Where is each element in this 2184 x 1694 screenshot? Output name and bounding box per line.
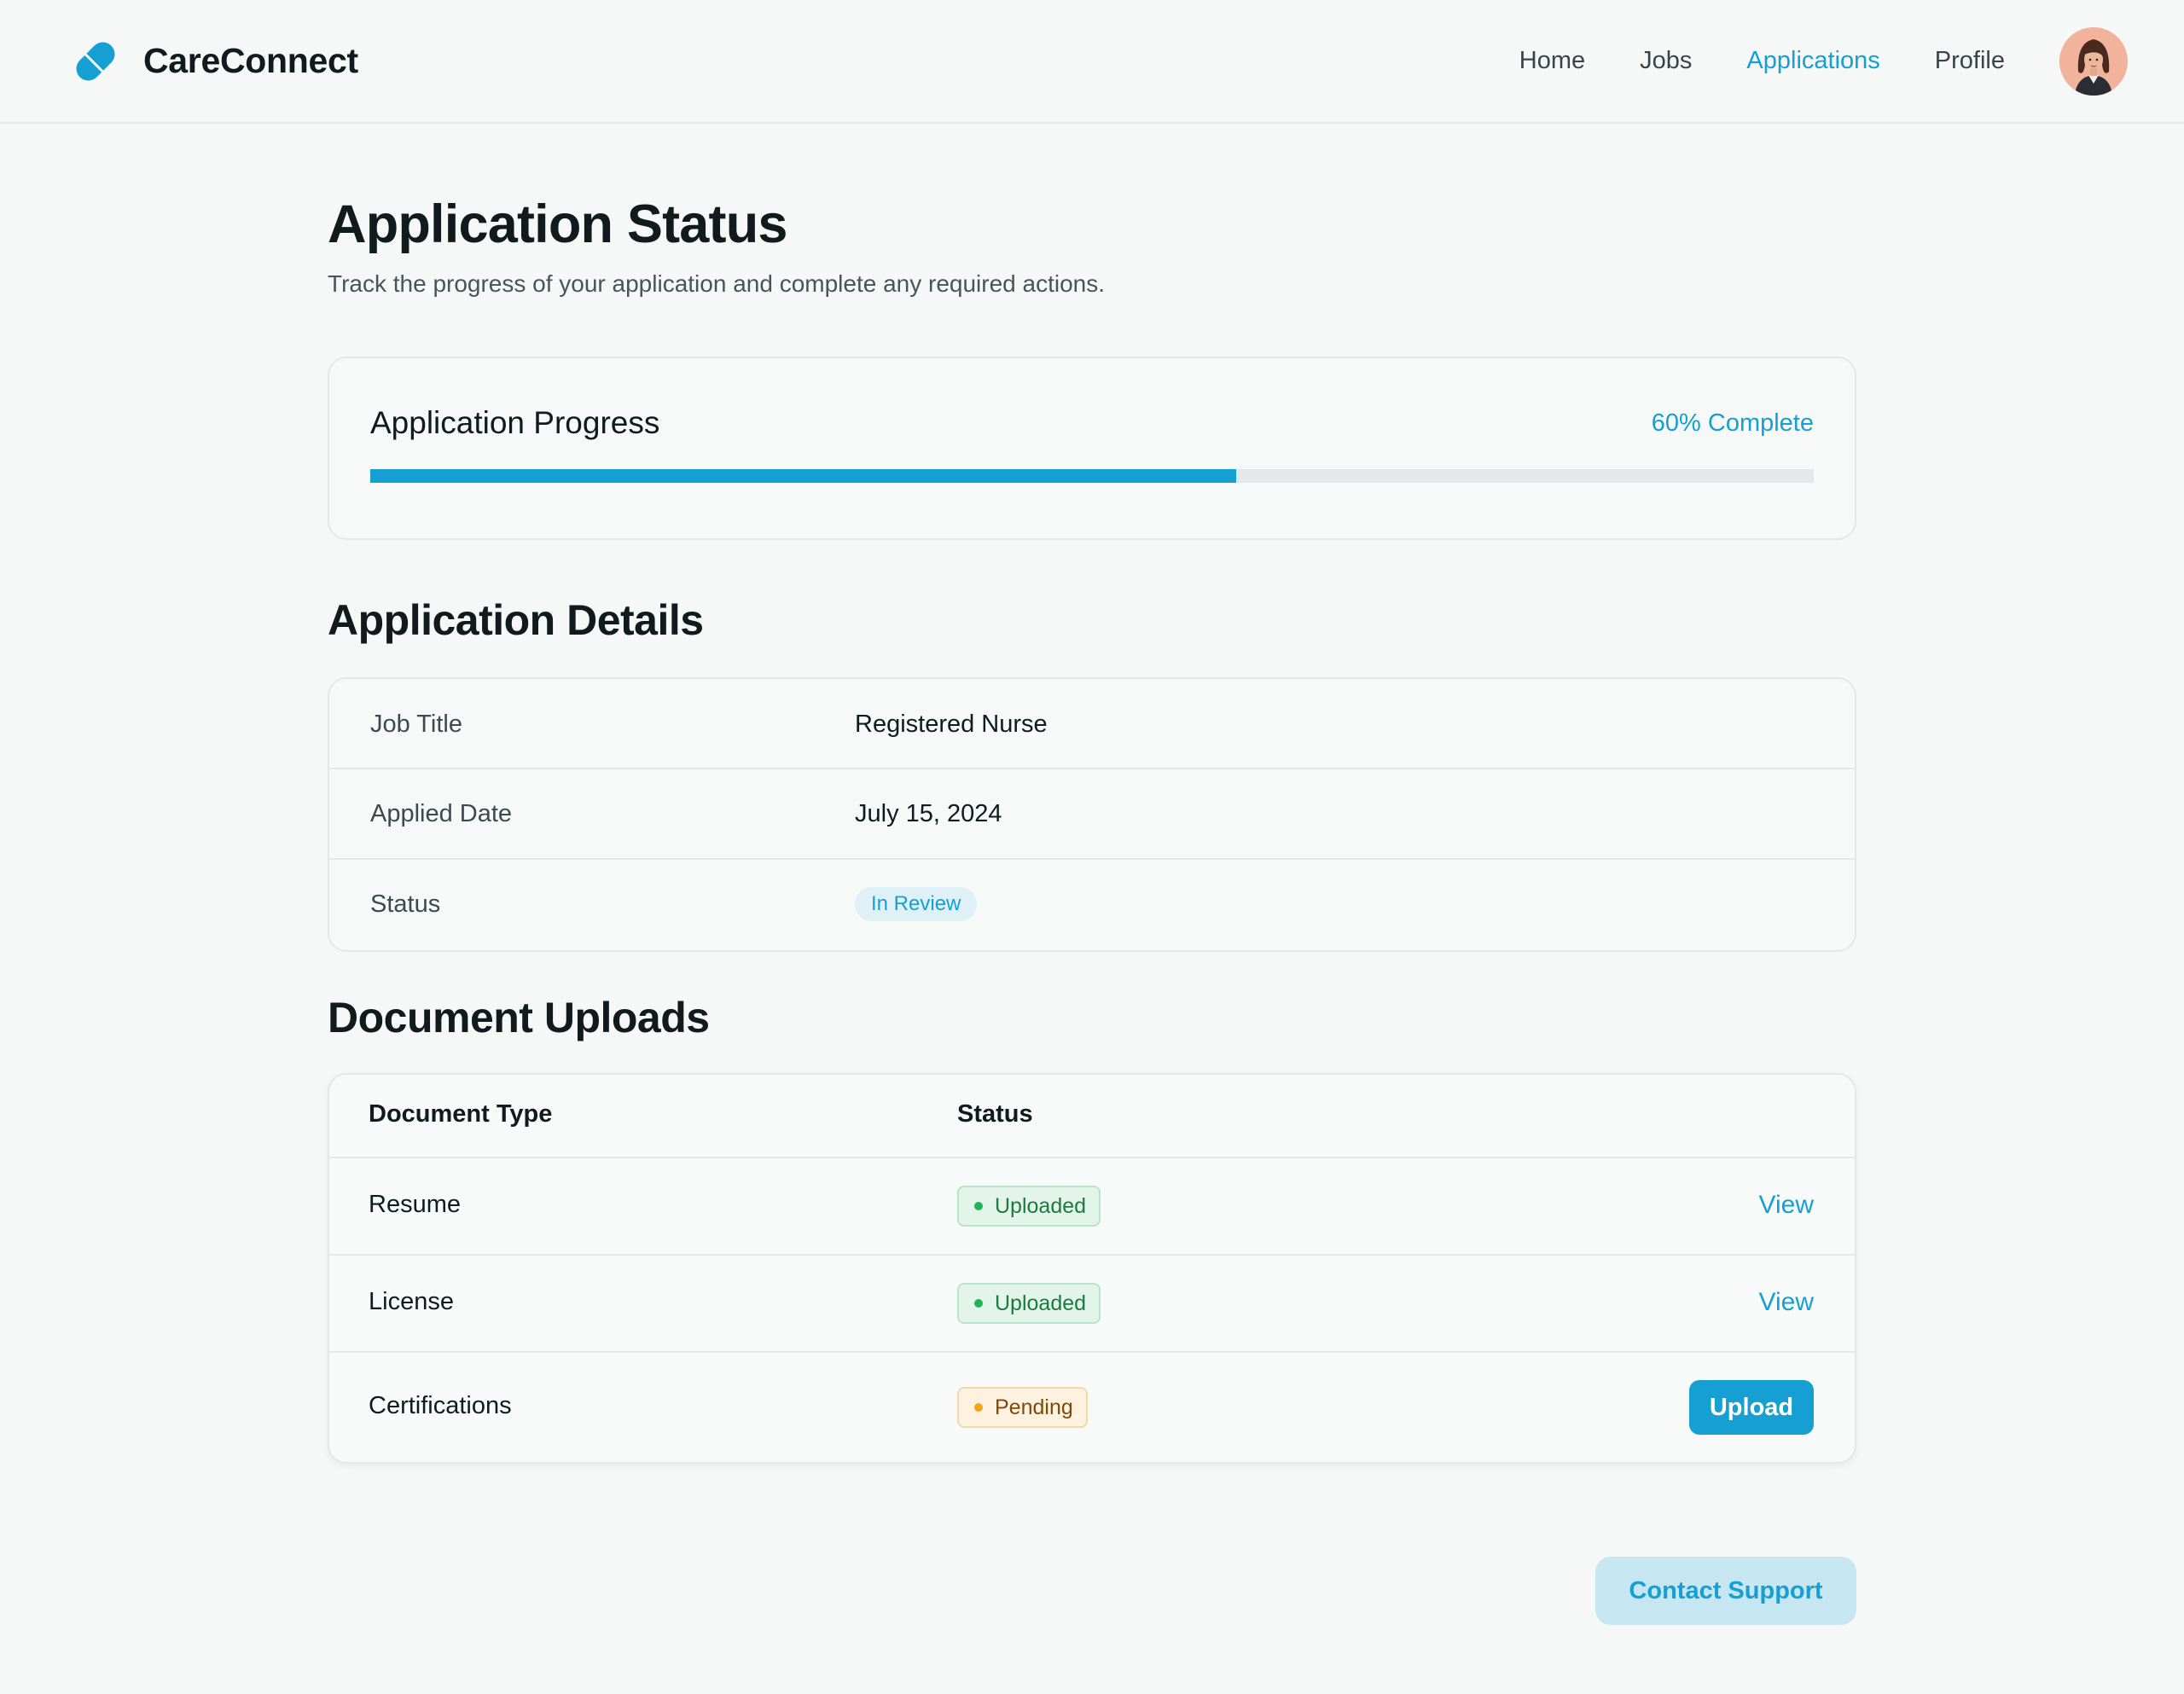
main-nav: Home Jobs Applications Profile <box>1465 26 2128 96</box>
brand-name: CareConnect <box>143 41 358 80</box>
nav-jobs[interactable]: Jobs <box>1640 47 1692 75</box>
table-row: Resume Uploaded View <box>329 1157 1855 1254</box>
page-title: Application Status <box>328 194 787 254</box>
user-avatar[interactable] <box>2059 26 2128 96</box>
detail-value: July 15, 2024 <box>855 799 1002 827</box>
detail-row-applied-date: Applied Date July 15, 2024 <box>329 768 1855 858</box>
detail-label: Status <box>370 890 441 918</box>
uploads-section-title: Document Uploads <box>328 994 710 1041</box>
table-row: License Uploaded View <box>329 1254 1855 1351</box>
nav-applications[interactable]: Applications <box>1746 47 1879 75</box>
view-resume-link[interactable]: View <box>1759 1191 1814 1220</box>
status-pill-uploaded: Uploaded <box>957 1283 1101 1324</box>
status-pill-label: Pending <box>995 1395 1073 1419</box>
status-pill-uploaded: Uploaded <box>957 1186 1101 1227</box>
status-pill-label: Uploaded <box>995 1291 1087 1315</box>
status-pill-pending: Pending <box>957 1387 1088 1428</box>
column-header-document-type: Document Type <box>369 1100 553 1128</box>
progress-percent-label: 60% Complete <box>1651 409 1814 437</box>
detail-row-status: Status In Review <box>329 858 1855 949</box>
detail-row-job-title: Job Title Registered Nurse <box>329 679 1855 769</box>
progress-title: Application Progress <box>370 405 660 440</box>
document-type: Resume <box>369 1191 461 1218</box>
progress-bar <box>370 469 1814 483</box>
column-header-status: Status <box>957 1100 1033 1128</box>
detail-value: Registered Nurse <box>855 710 1048 738</box>
nav-home[interactable]: Home <box>1519 47 1585 75</box>
detail-label: Job Title <box>370 710 462 738</box>
detail-label: Applied Date <box>370 799 513 827</box>
page-subtitle: Track the progress of your application a… <box>328 270 1106 297</box>
table-header-row: Document Type Status <box>329 1075 1855 1157</box>
status-dot-icon <box>974 1202 983 1210</box>
progress-card: Application Progress 60% Complete <box>328 357 1856 540</box>
nav-profile[interactable]: Profile <box>1935 47 2005 75</box>
upload-certifications-button[interactable]: Upload <box>1689 1380 1814 1435</box>
progress-bar-fill <box>370 469 1237 483</box>
status-badge: In Review <box>855 887 978 921</box>
document-type: License <box>369 1288 454 1315</box>
pill-capsule-icon <box>76 42 115 80</box>
details-section-title: Application Details <box>328 596 704 644</box>
details-card: Job Title Registered Nurse Applied Date … <box>328 677 1856 952</box>
status-dot-icon <box>974 1299 983 1308</box>
status-dot-icon <box>974 1403 983 1412</box>
brand[interactable]: CareConnect <box>70 36 358 87</box>
status-pill-label: Uploaded <box>995 1193 1087 1218</box>
top-navbar: CareConnect Home Jobs Applications Profi… <box>0 0 2184 124</box>
document-type: Certifications <box>369 1392 512 1419</box>
table-row: Certifications Pending Upload <box>329 1351 1855 1462</box>
contact-support-button[interactable]: Contact Support <box>1595 1557 1856 1625</box>
view-license-link[interactable]: View <box>1759 1288 1814 1317</box>
uploads-table: Document Type Status Resume Uploaded Vie… <box>328 1073 1856 1464</box>
